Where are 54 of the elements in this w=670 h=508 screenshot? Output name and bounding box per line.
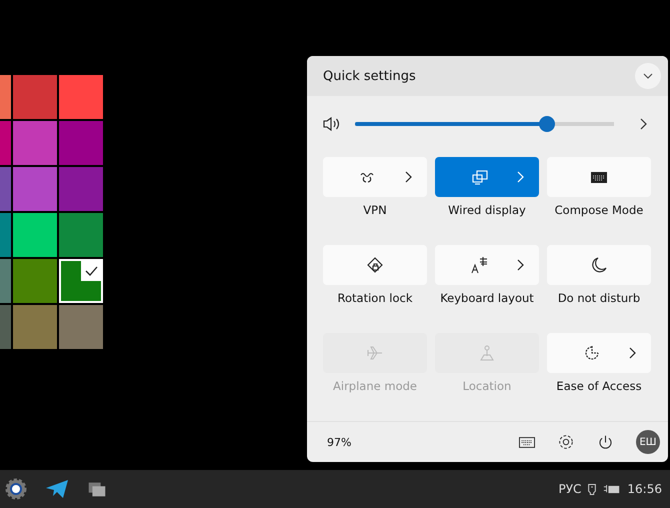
tile-label: Location	[462, 379, 512, 393]
chevron-right-icon	[627, 346, 637, 360]
battery-percentage: 97%	[327, 436, 352, 448]
chevron-right-icon[interactable]	[638, 117, 648, 131]
language-icon	[471, 256, 489, 274]
color-swatch[interactable]	[13, 167, 57, 211]
speaker-icon[interactable]	[323, 116, 341, 132]
panel-title: Quick settings	[323, 68, 416, 84]
toggle-tile[interactable]	[547, 333, 651, 373]
color-swatch[interactable]	[59, 121, 103, 165]
color-swatch[interactable]	[59, 305, 103, 349]
tile-label: Wired display	[448, 203, 526, 217]
color-swatch[interactable]	[59, 259, 103, 303]
tile-label: Airplane mode	[333, 379, 417, 393]
color-swatch[interactable]	[13, 75, 57, 119]
airplane-icon	[366, 344, 384, 362]
settings-icon[interactable]	[557, 433, 575, 451]
keyboard-icon[interactable]	[519, 436, 535, 448]
chevron-right-icon	[403, 170, 413, 184]
location-icon	[478, 344, 496, 362]
toggle-tile[interactable]	[435, 245, 539, 285]
tile-label: Keyboard layout	[440, 291, 534, 305]
user-avatar[interactable]: ЕШ	[636, 430, 660, 454]
plug-icon[interactable]	[587, 482, 598, 496]
color-swatch[interactable]	[59, 167, 103, 211]
chevron-right-icon	[515, 170, 525, 184]
toggle-tile[interactable]	[435, 157, 539, 197]
toggle-tile[interactable]	[323, 245, 427, 285]
toggle-tile[interactable]	[547, 157, 651, 197]
toggle-tile[interactable]	[547, 245, 651, 285]
keyboard-language[interactable]: РУС	[558, 482, 582, 496]
accessibility-icon	[583, 344, 601, 362]
color-swatch[interactable]	[13, 305, 57, 349]
tile-label: Ease of Access	[556, 379, 642, 393]
power-icon[interactable]	[597, 434, 614, 450]
color-swatch[interactable]	[59, 213, 103, 257]
color-swatch[interactable]	[13, 259, 57, 303]
color-swatch[interactable]	[13, 213, 57, 257]
gear-icon[interactable]	[4, 477, 28, 501]
color-swatch[interactable]	[59, 75, 103, 119]
battery-icon[interactable]	[603, 484, 622, 494]
tile-label: VPN	[363, 203, 387, 217]
monitors-icon	[471, 168, 489, 186]
chevron-right-icon	[515, 258, 525, 272]
moon-icon	[590, 256, 608, 274]
check-icon	[81, 261, 101, 281]
color-swatch[interactable]	[13, 121, 57, 165]
clock[interactable]: 16:56	[627, 482, 662, 496]
tile-label: Rotation lock	[338, 291, 412, 305]
collapse-button[interactable]	[635, 63, 661, 89]
rotation-lock-icon	[366, 256, 384, 274]
tile-label: Compose Mode	[554, 203, 644, 217]
tile-label: Do not disturb	[558, 291, 640, 305]
toggle-tile[interactable]	[323, 157, 427, 197]
